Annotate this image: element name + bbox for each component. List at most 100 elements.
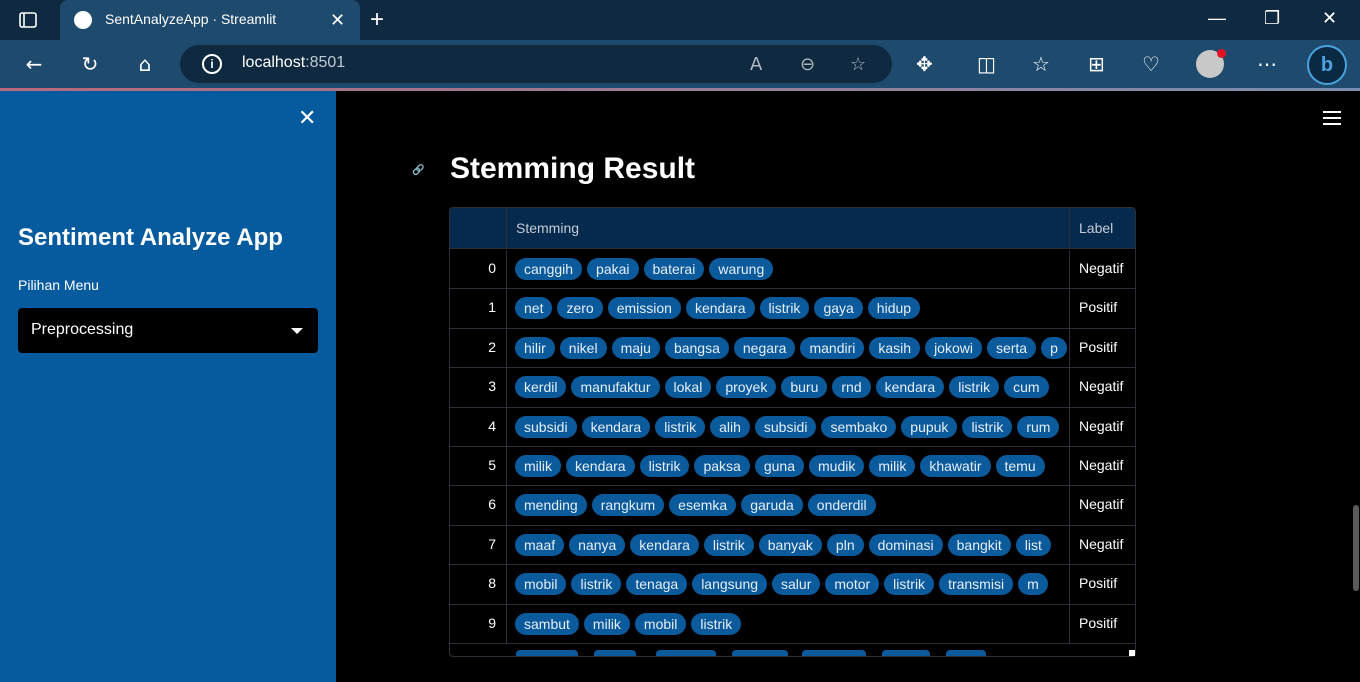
table-row[interactable]: 0 canggih pakai baterai warung Negatif bbox=[450, 250, 1135, 290]
sidebar: ✕ Sentiment Analyze App Pilihan Menu Pre… bbox=[0, 91, 336, 682]
table-row[interactable]: 6 mending rangkum esemka garuda onderdil Negat… bbox=[450, 486, 1135, 526]
label-cell[interactable]: Negatif bbox=[1070, 408, 1135, 446]
stemming-cell[interactable]: hilir nikel maju bangsa negara mandiri kasih jo… bbox=[507, 328, 1070, 368]
token-chip: subsidi bbox=[754, 415, 817, 438]
url-text[interactable]: localhost:8501 bbox=[242, 54, 345, 72]
token-chip: sembako bbox=[821, 415, 897, 438]
menu-select[interactable]: Preprocessing bbox=[18, 308, 318, 353]
token-chip: kendara bbox=[875, 376, 945, 399]
label-cell[interactable]: Negatif bbox=[1070, 447, 1135, 485]
favorites-icon[interactable]: ☆ bbox=[1032, 52, 1050, 76]
column-header-stemming[interactable]: Stemming bbox=[507, 208, 1070, 249]
column-header-label[interactable]: Label bbox=[1070, 208, 1135, 249]
table-row[interactable]: 9 sambut milik mobil listrik Positif bbox=[450, 604, 1135, 644]
back-icon[interactable]: ← bbox=[22, 52, 46, 76]
token-chip: salur bbox=[772, 573, 821, 596]
label-cell[interactable]: Positif bbox=[1070, 565, 1135, 603]
token-chip: banyak bbox=[758, 533, 822, 556]
extensions-icon[interactable]: ✥ bbox=[916, 52, 933, 76]
split-screen-icon[interactable]: ◫ bbox=[977, 52, 996, 76]
tab-list-icon[interactable] bbox=[18, 10, 38, 30]
stemming-cell[interactable]: mobil listrik tenaga langsung salur motor list… bbox=[507, 565, 1070, 604]
token-chip: listrik bbox=[962, 415, 1013, 438]
token-chip: sambut bbox=[515, 612, 579, 635]
label-cell[interactable]: Negatif bbox=[1070, 368, 1135, 406]
row-index: 3 bbox=[450, 368, 507, 407]
stemming-cell[interactable]: net zero emission kendara listrik gaya hidup bbox=[507, 289, 1070, 328]
table-row[interactable]: 3 kerdil manufaktur lokal proyek buru rnd kenda… bbox=[450, 368, 1135, 408]
token-chip: listrik bbox=[691, 612, 742, 635]
token-chip: kendara bbox=[630, 533, 699, 556]
token-chip: bangkit bbox=[947, 533, 1011, 556]
performance-icon[interactable]: ♡ bbox=[1142, 52, 1160, 76]
table-row[interactable]: 4 subsidi kendara listrik alih subsidi sembako… bbox=[450, 407, 1135, 447]
token-chip: baterai bbox=[643, 258, 705, 280]
stemming-cell[interactable]: mending rangkum esemka garuda onderdil bbox=[507, 486, 1070, 525]
token-chip: alih bbox=[710, 415, 750, 438]
read-aloud-icon[interactable]: A bbox=[750, 54, 762, 75]
page-scrollbar[interactable] bbox=[1353, 505, 1359, 591]
token-chip: kerdil bbox=[515, 376, 567, 399]
stemming-cell[interactable]: canggih pakai baterai warung bbox=[507, 250, 1070, 289]
table-row[interactable]: 1 net zero emission kendara listrik gaya hidup P… bbox=[450, 289, 1135, 329]
restore-icon[interactable]: ❐ bbox=[1264, 8, 1280, 29]
refresh-icon[interactable]: ↻ bbox=[78, 52, 102, 76]
favorite-star-icon[interactable]: ☆ bbox=[850, 54, 866, 75]
bing-copilot-icon[interactable]: b bbox=[1307, 45, 1347, 85]
more-icon[interactable]: ⋯ bbox=[1257, 52, 1277, 76]
anchor-link-icon[interactable]: 🔗 bbox=[412, 165, 424, 176]
table-row-partial bbox=[450, 642, 1135, 656]
label-cell[interactable]: Positif bbox=[1070, 289, 1135, 327]
stemming-cell[interactable]: subsidi kendara listrik alih subsidi sembako p… bbox=[507, 407, 1070, 446]
minimize-icon[interactable]: — bbox=[1208, 8, 1226, 29]
token-chip: subsidi bbox=[515, 415, 577, 438]
stemming-cell[interactable]: milik kendara listrik paksa guna mudik milik kh… bbox=[507, 447, 1070, 486]
new-tab-icon[interactable]: + bbox=[370, 6, 384, 34]
hamburger-menu-icon[interactable] bbox=[1323, 111, 1341, 125]
tab-close-icon[interactable]: ✕ bbox=[330, 10, 345, 31]
token-chip: listrik bbox=[949, 376, 1000, 399]
notification-dot bbox=[1217, 49, 1226, 58]
label-cell[interactable]: Negatif bbox=[1070, 250, 1135, 288]
token-chip: kasih bbox=[869, 336, 921, 359]
token-chip: rnd bbox=[832, 376, 871, 399]
token-chip: milik bbox=[869, 455, 916, 477]
browser-tab[interactable]: SentAnalyzeApp · Streamlit ✕ bbox=[60, 0, 360, 40]
table-row[interactable]: 7 maaf nanya kendara listrik banyak pln dominas… bbox=[450, 525, 1135, 566]
row-index: 9 bbox=[450, 604, 507, 643]
table-row[interactable]: 2 hilir nikel maju bangsa negara mandiri kasih j… bbox=[450, 328, 1135, 369]
token-chip: milik bbox=[515, 455, 561, 477]
stemming-cell[interactable]: maaf nanya kendara listrik banyak pln dominasi… bbox=[507, 525, 1070, 565]
token-chip: net bbox=[515, 297, 553, 320]
label-cell[interactable]: Positif bbox=[1070, 329, 1135, 367]
address-bar[interactable]: i localhost:8501 A ⊖ ☆ bbox=[180, 45, 892, 83]
label-cell[interactable]: Negatif bbox=[1070, 526, 1135, 564]
window-close-icon[interactable]: ✕ bbox=[1322, 8, 1337, 29]
token-chip: rangkum bbox=[591, 494, 665, 517]
label-cell[interactable]: Positif bbox=[1070, 605, 1135, 643]
sidebar-close-icon[interactable]: ✕ bbox=[298, 105, 316, 131]
table-row[interactable]: 8 mobil listrik tenaga langsung salur motor lis… bbox=[450, 565, 1135, 605]
token-chip: langsung bbox=[692, 573, 768, 596]
stemming-dataframe[interactable]: Stemming Label 0 canggih pakai baterai warun… bbox=[449, 207, 1136, 657]
token-chip: pupuk bbox=[901, 415, 958, 438]
token-chip: listrik bbox=[884, 573, 935, 596]
info-icon[interactable]: i bbox=[202, 54, 222, 74]
token-chip: warung bbox=[709, 258, 774, 280]
zoom-out-icon[interactable]: ⊖ bbox=[800, 54, 815, 75]
token-chip: mobil bbox=[515, 573, 567, 596]
stemming-cell[interactable]: sambut milik mobil listrik bbox=[507, 604, 1070, 643]
token-chip: kendara bbox=[566, 455, 635, 477]
token-chip: p bbox=[1041, 336, 1067, 359]
label-cell[interactable]: Negatif bbox=[1070, 486, 1135, 524]
home-icon[interactable]: ⌂ bbox=[133, 52, 157, 76]
collections-icon[interactable]: ⊞ bbox=[1088, 52, 1105, 76]
row-index: 8 bbox=[450, 565, 507, 604]
grid-resize-handle[interactable] bbox=[1129, 650, 1135, 656]
token-chip: listrik bbox=[655, 415, 706, 438]
stemming-cell[interactable]: kerdil manufaktur lokal proyek buru rnd kendar… bbox=[507, 368, 1070, 407]
table-row[interactable]: 5 milik kendara listrik paksa guna mudik milik k… bbox=[450, 447, 1135, 487]
token-chip: nanya bbox=[569, 533, 626, 556]
token-chip: lokal bbox=[664, 376, 712, 399]
token-chip: mending bbox=[515, 494, 587, 517]
